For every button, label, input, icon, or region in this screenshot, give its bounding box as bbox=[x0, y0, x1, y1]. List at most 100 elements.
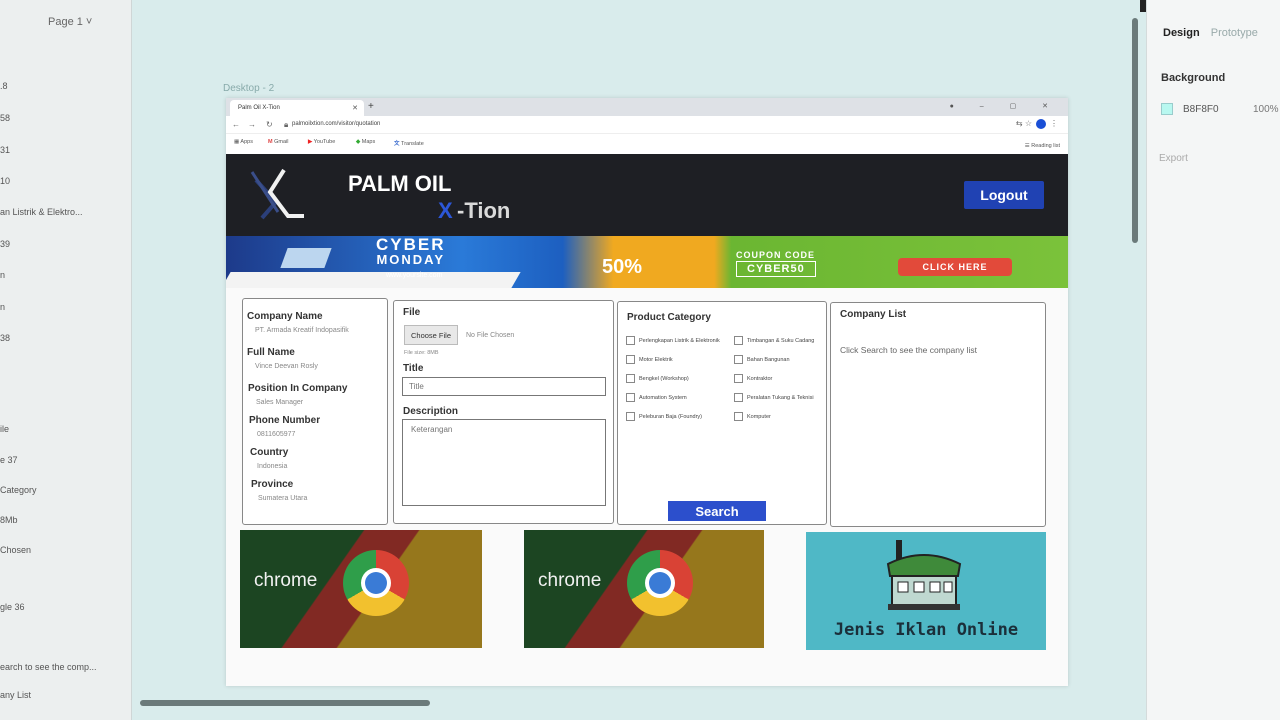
checkbox-icon bbox=[626, 355, 635, 364]
category-checkbox[interactable]: Komputer bbox=[734, 412, 771, 421]
category-checkbox[interactable]: Bengkel (Workshop) bbox=[626, 374, 689, 383]
quotation-panel: File Choose File No File Chosen File siz… bbox=[393, 300, 614, 524]
layer-item[interactable]: earch to see the comp... bbox=[0, 662, 130, 672]
checkbox-icon bbox=[626, 393, 635, 402]
checkbox-icon bbox=[734, 412, 743, 421]
x-logo-icon[interactable] bbox=[248, 166, 308, 222]
browser-actions[interactable]: ⇆ ☆ ⋮ bbox=[1016, 119, 1058, 129]
province-value: Sumatera Utara bbox=[258, 495, 308, 502]
layers-panel: Page 1 ˅ .8 58 31 10 an Listrik & Elektr… bbox=[0, 0, 132, 720]
company-list-panel: Company List Click Search to see the com… bbox=[830, 302, 1046, 527]
company-list-hint: Click Search to see the company list bbox=[840, 345, 978, 355]
choose-file-button[interactable]: Choose File bbox=[404, 325, 458, 345]
reload-icon[interactable]: ↻ bbox=[266, 120, 273, 129]
bookmark-translate[interactable]: 文 Translate bbox=[394, 139, 424, 147]
new-tab-icon[interactable]: + bbox=[368, 101, 374, 112]
layer-item[interactable]: Category bbox=[0, 485, 130, 495]
profile-panel: Company Name PT. Armada Kreatif Indopasi… bbox=[242, 298, 388, 525]
tab-design[interactable]: Design bbox=[1163, 27, 1200, 39]
layer-item[interactable]: ile bbox=[0, 424, 130, 434]
file-label: File bbox=[403, 307, 421, 318]
logout-button[interactable]: Logout bbox=[964, 181, 1044, 209]
chrome-ad-text: chrome bbox=[538, 570, 602, 591]
banner-discount: 50% bbox=[602, 256, 643, 278]
online-ad-banner[interactable]: Jenis Iklan Online bbox=[806, 532, 1046, 650]
layer-item[interactable]: 10 bbox=[0, 176, 130, 186]
back-icon[interactable]: ← bbox=[232, 120, 240, 129]
full-name-value: Vince Deevan Rosly bbox=[255, 363, 318, 370]
profile-avatar[interactable] bbox=[1036, 119, 1046, 129]
browser-tab[interactable]: Palm Oil X-Tion ✕ bbox=[230, 100, 364, 116]
bookmark-apps[interactable]: ▦ Apps bbox=[234, 139, 253, 145]
chrome-ad-text: chrome bbox=[254, 570, 318, 591]
click-here-button[interactable]: CLICK HERE bbox=[898, 258, 1012, 276]
layer-item[interactable]: 39 bbox=[0, 239, 130, 249]
online-ad-text: Jenis Iklan Online bbox=[833, 620, 1019, 640]
chrome-logo-icon bbox=[343, 550, 409, 616]
title-input[interactable] bbox=[402, 377, 606, 396]
background-opacity[interactable]: 100% bbox=[1253, 104, 1279, 115]
province-label: Province bbox=[251, 479, 294, 490]
layer-item[interactable]: .8 bbox=[0, 81, 130, 91]
background-swatch[interactable] bbox=[1161, 103, 1173, 115]
category-checkbox[interactable]: Peleburan Baja (Foundry) bbox=[626, 412, 702, 421]
brand-subtitle: -Tion bbox=[457, 198, 511, 223]
category-checkbox[interactable]: Motor Elektrik bbox=[626, 355, 673, 364]
category-checkbox[interactable]: Kontraktor bbox=[734, 374, 772, 383]
reading-list[interactable]: ☰ Reading list bbox=[1025, 143, 1060, 149]
brand-x: X bbox=[438, 198, 453, 223]
vertical-scrollbar[interactable] bbox=[1132, 18, 1138, 243]
forward-icon[interactable]: → bbox=[248, 120, 256, 129]
chrome-ad-2[interactable]: chrome bbox=[524, 530, 764, 648]
cyber-monday-banner[interactable]: CYBER MONDAY www.yoursite.com 50% COUPON… bbox=[226, 236, 1068, 288]
bookmark-youtube[interactable]: ▶ YouTube bbox=[308, 139, 335, 145]
layer-item[interactable]: 58 bbox=[0, 113, 130, 123]
category-checkbox[interactable]: Bahan Bangunan bbox=[734, 355, 790, 364]
coupon-code: CYBER50 bbox=[736, 261, 816, 277]
frame-label[interactable]: Desktop - 2 bbox=[223, 83, 274, 94]
layer-item[interactable]: gle 36 bbox=[0, 602, 130, 612]
bookmark-maps[interactable]: ◆ Maps bbox=[356, 139, 375, 145]
background-label: Background bbox=[1161, 72, 1226, 84]
tab-prototype[interactable]: Prototype bbox=[1211, 27, 1258, 39]
search-button[interactable]: Search bbox=[668, 501, 766, 521]
category-checkbox[interactable]: Automation System bbox=[626, 393, 687, 402]
browser-tabbar: Palm Oil X-Tion ✕ + ● – ▢ ✕ bbox=[226, 98, 1068, 116]
category-checkbox[interactable]: Perlengkapan Listrik & Elektronik bbox=[626, 336, 720, 345]
layer-item[interactable]: 38 bbox=[0, 333, 130, 343]
design-panel: Design Prototype Background B8F8F0 100% … bbox=[1146, 0, 1280, 720]
cart-graphic bbox=[280, 248, 332, 268]
checkbox-icon bbox=[734, 336, 743, 345]
category-checkbox[interactable]: Timbangan & Suku Cadang bbox=[734, 336, 814, 345]
layer-item[interactable]: any List bbox=[0, 690, 130, 700]
chrome-ad-1[interactable]: chrome bbox=[240, 530, 482, 648]
checkbox-icon bbox=[626, 336, 635, 345]
page-selector[interactable]: Page 1 ˅ bbox=[48, 16, 92, 28]
url-field[interactable]: palmoilxtion.com/visitor/quotation bbox=[292, 121, 380, 127]
checkbox-icon bbox=[626, 412, 635, 421]
brand-title: PALM OIL bbox=[348, 171, 452, 196]
house-icon bbox=[886, 540, 962, 610]
layer-item[interactable]: Chosen bbox=[0, 545, 130, 555]
title-label: Title bbox=[403, 363, 424, 374]
category-checkbox[interactable]: Peralatan Tukang & Teknisi bbox=[734, 393, 814, 402]
layer-item[interactable]: an Listrik & Elektro... bbox=[0, 207, 130, 217]
banner-band bbox=[226, 272, 521, 288]
layer-item[interactable]: 31 bbox=[0, 145, 130, 155]
browser-mockup: Palm Oil X-Tion ✕ + ● – ▢ ✕ ← → ↻ 🔒︎ pal… bbox=[226, 98, 1068, 686]
description-input[interactable] bbox=[402, 419, 606, 506]
horizontal-scrollbar[interactable] bbox=[140, 700, 430, 706]
layer-item[interactable]: e 37 bbox=[0, 455, 130, 465]
export-label[interactable]: Export bbox=[1159, 153, 1188, 164]
main-content: Company Name PT. Armada Kreatif Indopasi… bbox=[226, 288, 1068, 686]
background-hex[interactable]: B8F8F0 bbox=[1183, 104, 1219, 115]
close-icon[interactable]: ✕ bbox=[352, 104, 358, 112]
banner-site: www.yoursite.com bbox=[386, 272, 443, 279]
layer-item[interactable]: 8Mb bbox=[0, 515, 130, 525]
window-controls[interactable]: ● – ▢ ✕ bbox=[950, 102, 1060, 110]
layer-item[interactable]: n bbox=[0, 302, 130, 312]
layer-item[interactable]: n bbox=[0, 270, 130, 280]
bookmark-gmail[interactable]: M Gmail bbox=[268, 139, 289, 145]
category-heading: Product Category bbox=[627, 312, 711, 323]
banner-headline: CYBER MONDAY bbox=[376, 236, 446, 267]
